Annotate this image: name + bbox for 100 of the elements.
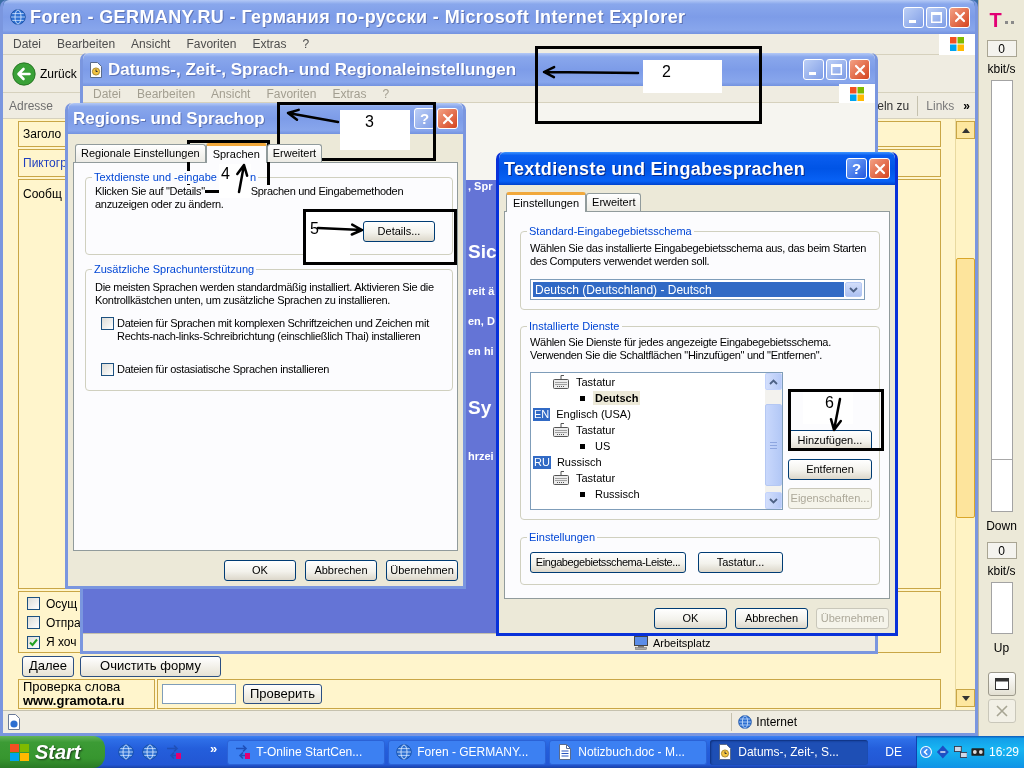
tab[interactable]: Einstellungen [506,192,587,212]
check-button[interactable]: Проверить [243,684,322,704]
checkbox[interactable] [101,363,114,376]
chevron-left-icon[interactable] [920,745,932,759]
tab[interactable]: Erweitert [586,193,642,211]
menu-item[interactable]: Bearbeiten [49,37,124,51]
settings-button[interactable]: Tastatur... [698,552,783,573]
tree-item[interactable]: Russisch [554,455,604,469]
dialog-button[interactable]: Abbrechen [735,608,808,629]
triangle-down-icon [961,695,970,701]
description-text: Wählen Sie das installierte Eingabegebietsschema aus, das beim Starten des Computers verwendet werden soll. [530,241,868,268]
taskbar-button[interactable]: T-Online StartCen... [227,739,386,765]
tree-item[interactable]: Tastatur [574,471,618,485]
more-button[interactable]: » [963,96,970,115]
keyboard-icon [553,375,569,389]
dialog-button[interactable]: OK [224,560,296,581]
maximize-button[interactable] [926,6,947,28]
more-button[interactable]: » [210,739,218,759]
tree-item[interactable]: US [593,439,613,453]
globe-icon[interactable] [142,744,158,760]
form-button[interactable]: Очистить форму [80,655,221,677]
tree-item[interactable]: Tastatur [574,375,618,389]
meter-label: Down [986,519,1017,533]
minimize-button[interactable] [903,6,924,28]
minimize-icon [909,19,916,23]
text-fragment: , Spr [468,180,493,193]
menu-item[interactable]: Extras [244,37,295,51]
language-dropdown[interactable]: Deutsch (Deutschland) - Deutsch [530,279,865,300]
dropdown-button[interactable] [845,282,862,297]
scroll-down-button[interactable] [765,492,782,509]
triangle-up-icon [961,127,970,133]
menu-item[interactable]: Ansicht [123,37,179,51]
go-button[interactable]: eln zu [877,96,910,115]
diamond-icon[interactable] [935,744,950,760]
word-input[interactable] [162,684,236,704]
clock-page-icon [88,61,104,78]
status-text: Arbeitsplatz [653,636,711,650]
window-button[interactable] [987,672,1016,696]
window-title: Foren - GERMANY.RU - Германия по-русски - Microsoft Internet Explorer [30,8,686,26]
text-fragment: reit ä [468,285,495,298]
text-fragment: en, D [468,315,495,328]
dialog-button[interactable]: Übernehmen [386,560,458,581]
tab[interactable]: Erweitert [266,144,323,162]
globe-icon[interactable] [118,744,134,760]
scrollbar-thumb[interactable] [765,404,782,486]
keyboard-icon [553,423,569,437]
maximize-button[interactable] [826,59,847,80]
dialog-button[interactable]: OK [654,608,727,629]
globe-icon [396,744,413,760]
tape-icon[interactable] [971,747,985,757]
group-label: Standard-Eingabegebietsschema [529,225,692,238]
taskbar-button[interactable]: Foren - GERMANY... [388,739,547,765]
group-label: Textdienste und -eingabe [94,171,217,184]
scroll-down-button[interactable] [956,689,975,707]
window-title: Regions- und Sprachop [73,110,265,127]
taskbar-button[interactable]: Notizbuch.doc - M... [549,739,708,765]
tree-item[interactable]: Deutsch [593,391,641,405]
services-tree[interactable]: Tastatur Deutsch EN Englisch (USA) Tastatur US RU Russisch Tastatur Russisch [530,372,783,510]
cross-icon [995,705,1008,717]
link[interactable]: www.gramota.ru [23,694,125,708]
checkbox-label: Dateien für Sprachen mit komplexen Schriftzeichen und Zeichen mit Rechts-nach-links-Schreibrichtung (einschließlich Thai) installieren [117,317,431,343]
menu-item[interactable]: Datei [5,37,49,51]
close-icon [953,11,966,23]
settings-button[interactable]: Eingabegebietsschema-Leiste... [530,552,686,573]
remove-button[interactable]: Entfernen [788,459,872,480]
dialog-button[interactable]: Abbrechen [305,560,377,581]
checkbox[interactable] [27,597,40,611]
checkbox[interactable] [27,635,40,649]
meter-label: Up [993,641,1010,655]
links-button[interactable]: Links [926,96,955,115]
scrollbar-thumb[interactable] [956,258,975,518]
help-button[interactable]: ? [846,158,867,179]
minimize-button[interactable] [803,59,824,80]
page-icon [6,714,22,730]
clock: 16:29 [988,744,1020,761]
start-button[interactable]: Start [0,736,105,768]
checkbox[interactable] [27,616,40,630]
link[interactable]: Пиктогр [23,154,67,172]
logo: T [989,8,1014,30]
form-button[interactable]: Далее [22,655,74,677]
maximize-icon [831,64,842,75]
description-text: Sprachen und Eingabemethoden [250,185,404,198]
tree-item[interactable]: Russisch [593,487,642,501]
taskbar-button[interactable]: Datums-, Zeit-, S... [710,739,869,765]
menu-item[interactable]: ? [294,37,318,51]
details-button[interactable]: Details... [363,221,435,242]
language-indicator[interactable]: DE [885,743,902,761]
scroll-up-button[interactable] [765,373,782,390]
tree-item[interactable]: Englisch (USA) [554,407,633,421]
network-icon[interactable] [953,745,968,759]
back-button[interactable]: Zurück [12,58,81,89]
maximize-icon [931,11,942,23]
tab[interactable]: Sprachen [205,143,267,163]
scroll-up-button[interactable] [956,121,975,139]
checkbox[interactable] [101,317,114,330]
description-text: Klicken Sie auf "Details" [95,185,205,198]
menu-item[interactable]: Favoriten [178,37,245,51]
tab[interactable]: Regionale Einstellungen [75,144,206,162]
tree-item[interactable]: Tastatur [574,423,618,437]
checkmark-icon [29,637,38,647]
